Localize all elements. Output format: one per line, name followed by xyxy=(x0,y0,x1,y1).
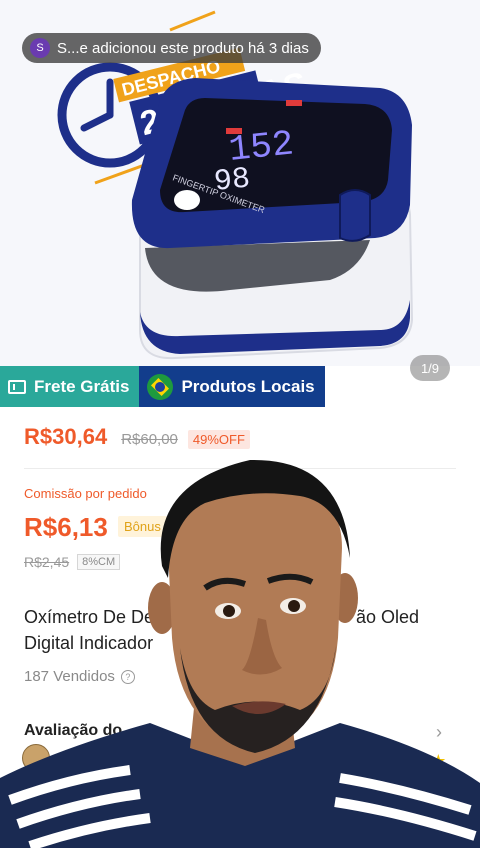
product-image[interactable]: DESPACHO 24 HORAS 152 98 FINGERTIP OXIME… xyxy=(0,0,480,366)
price-row: R$30,64 R$60,00 49%OFF xyxy=(24,424,250,450)
image-counter: 1/9 xyxy=(410,355,450,381)
discount-badge: 49%OFF xyxy=(187,430,250,449)
brazil-flag-icon xyxy=(147,373,174,400)
free-shipping-icon xyxy=(8,379,26,394)
notification-text: S...e adicionou este produto há 3 dias xyxy=(57,39,309,57)
free-shipping-badge: Frete Grátis xyxy=(0,366,140,407)
user-avatar: S xyxy=(30,38,50,58)
local-products-label: Produtos Locais xyxy=(181,376,315,396)
shipping-badges: Frete Grátis Produtos Locais xyxy=(0,366,325,407)
original-price: R$60,00 xyxy=(121,431,178,448)
local-products-badge: Produtos Locais xyxy=(139,366,325,407)
current-price: R$30,64 xyxy=(24,424,108,449)
recent-add-notification: S S...e adicionou este produto há 3 dias xyxy=(22,33,321,63)
presenter-video-overlay xyxy=(0,459,480,848)
free-shipping-label: Frete Grátis xyxy=(34,376,130,396)
